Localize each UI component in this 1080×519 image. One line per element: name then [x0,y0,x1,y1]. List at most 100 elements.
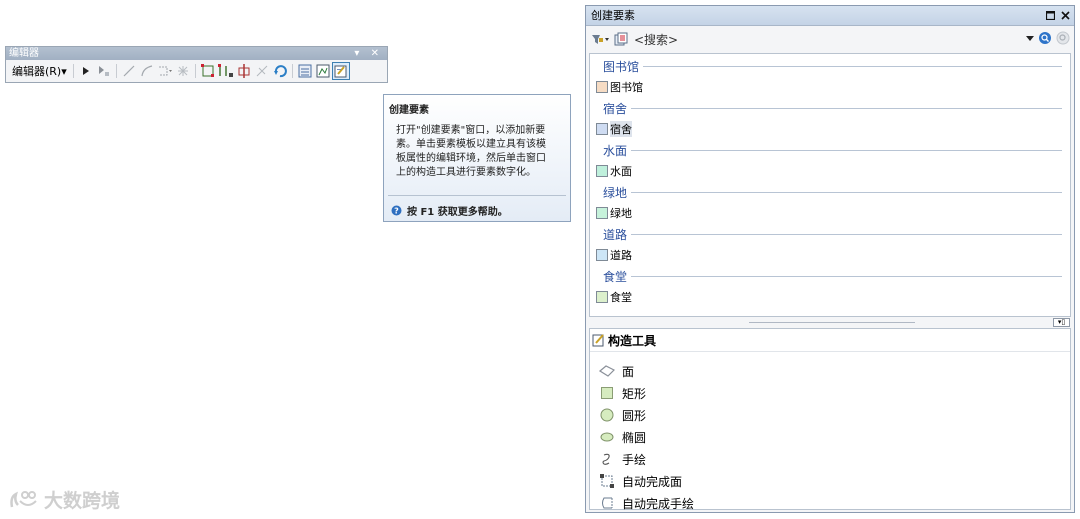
restore-icon[interactable] [1046,11,1055,20]
create-features-titlebar[interactable]: 创建要素 [586,6,1074,26]
tool-auto-complete-freehand[interactable]: 自动完成手绘 [599,494,694,512]
tool-label: 手绘 [622,452,647,467]
rectangle-tool-icon [599,385,615,401]
group-rule [631,275,1062,277]
sketch-properties-icon[interactable] [314,62,332,80]
group-rule [631,233,1062,235]
auto-complete-freehand-icon [599,495,615,511]
tool-auto-complete-polygon[interactable]: 自动完成面 [599,472,682,490]
template-group-header: 图书馆 [603,59,1062,74]
tool-label: 椭圆 [622,430,647,445]
ellipse-tool-icon [599,429,615,445]
tool-label: 面 [622,364,635,379]
svg-text:?: ? [394,207,399,216]
edit-vertices-icon[interactable] [199,62,217,80]
template-properties-icon[interactable] [614,32,628,46]
template-group-header: 水面 [603,143,1062,158]
tooltip-divider [388,195,566,196]
tooltip-title: 创建要素 [389,105,429,116]
template-item[interactable]: 食堂 [596,290,632,304]
template-item[interactable]: 水面 [596,164,632,178]
construction-tools-header: 构造工具 [590,329,1070,352]
tool-ellipse[interactable]: 椭圆 [599,428,646,446]
clear-search-icon[interactable] [1056,31,1070,45]
tooltip-body-line: 打开"创建要素"窗口，以添加新要 [396,125,546,136]
toolbar-window-controls[interactable]: ▾ ✕ [354,47,383,60]
editor-toolbar-titlebar[interactable]: 编辑器 ▾ ✕ [6,47,387,60]
tool-rectangle[interactable]: 矩形 [599,384,646,402]
toolbar-separator [72,64,74,78]
tool-label: 自动完成手绘 [622,496,695,511]
cut-polygons-icon[interactable] [235,62,253,80]
splitter-grip[interactable] [749,322,915,323]
template-swatch [596,123,608,135]
search-dropdown-icon[interactable] [1026,34,1034,42]
template-group-header: 食堂 [603,269,1062,284]
template-swatch [596,81,608,93]
group-title: 道路 [603,227,628,242]
tool-freehand[interactable]: 手绘 [599,450,646,468]
watermark-logo-icon [8,489,40,511]
template-item[interactable]: 绿地 [596,206,632,220]
group-rule [631,149,1062,151]
template-label: 水面 [610,165,632,178]
edit-tool-arrow-icon[interactable] [77,62,95,80]
tool-circle[interactable]: 圆形 [599,406,646,424]
group-title: 食堂 [603,269,628,284]
attributes-icon[interactable] [296,62,314,80]
group-rule [643,65,1062,67]
split-tool-icon[interactable] [253,62,271,80]
template-group-header: 绿地 [603,185,1062,200]
polygon-tool-icon [599,363,615,379]
template-group-header: 道路 [603,227,1062,242]
close-icon[interactable] [1061,11,1070,20]
template-label: 道路 [610,249,632,262]
template-item[interactable]: 图书馆 [596,80,643,94]
straight-segment-icon[interactable] [120,62,138,80]
group-title: 图书馆 [603,59,640,74]
circle-tool-icon [599,407,615,423]
editor-menu-button[interactable]: 编辑器(R)▾ [9,63,70,79]
template-item[interactable]: 宿舍 [596,121,632,137]
template-group-header: 宿舍 [603,101,1062,116]
template-swatch [596,249,608,261]
tooltip-body: 打开"创建要素"窗口，以添加新要 素。单击要素模板以建立具有该模 板属性的编辑环… [384,116,570,180]
point-tool-icon[interactable] [174,62,192,80]
construction-tools-title: 构造工具 [608,333,657,348]
reshape-feature-icon[interactable] [217,62,235,80]
group-title: 绿地 [603,185,628,200]
template-item[interactable]: 道路 [596,248,632,262]
group-rule [631,107,1062,109]
search-input[interactable]: <搜索> [634,31,678,48]
toolbar-separator [291,64,293,78]
create-features-search-bar: <搜索> [586,26,1074,52]
template-label: 绿地 [610,207,632,220]
tooltip-help-text: 按 F1 获取更多帮助。 [407,207,508,218]
group-title: 水面 [603,143,628,158]
watermark-text: 大数跨境 [44,490,121,512]
organize-templates-icon[interactable] [590,32,610,46]
create-features-button[interactable] [331,62,350,80]
freehand-tool-icon [599,451,615,467]
tooltip-help: ? 按 F1 获取更多帮助。 [391,203,508,218]
construction-tools-panel: 构造工具 面 矩形 圆形 椭圆 手绘 自动完成面 自动完成手绘 [589,328,1071,512]
collapse-toggle-icon[interactable]: ▾▯ [1053,318,1070,327]
toolbar-separator [194,64,196,78]
template-swatch [596,165,608,177]
auto-complete-polygon-icon [599,473,615,489]
edit-annotation-tool-icon[interactable] [95,62,113,80]
tool-polygon[interactable]: 面 [599,362,634,380]
template-label: 食堂 [610,291,632,304]
panel-splitter[interactable]: ▾▯ [589,317,1071,327]
help-icon: ? [391,205,402,216]
editor-toolbar-title: 编辑器 [9,48,39,59]
template-label: 图书馆 [610,81,643,94]
tooltip-body-line: 上的构造工具进行要素数字化。 [396,167,536,178]
group-title: 宿舍 [603,101,628,116]
trace-tool-icon[interactable] [156,62,174,80]
arc-segment-icon[interactable] [138,62,156,80]
construction-tools-icon [592,333,606,347]
create-features-window: 创建要素 <搜索> 图书馆 图书馆 宿舍 宿舍 水面 水面 绿地 绿地 道路 道… [585,5,1075,513]
search-icon[interactable] [1038,31,1052,45]
rotate-tool-icon[interactable] [271,62,289,80]
